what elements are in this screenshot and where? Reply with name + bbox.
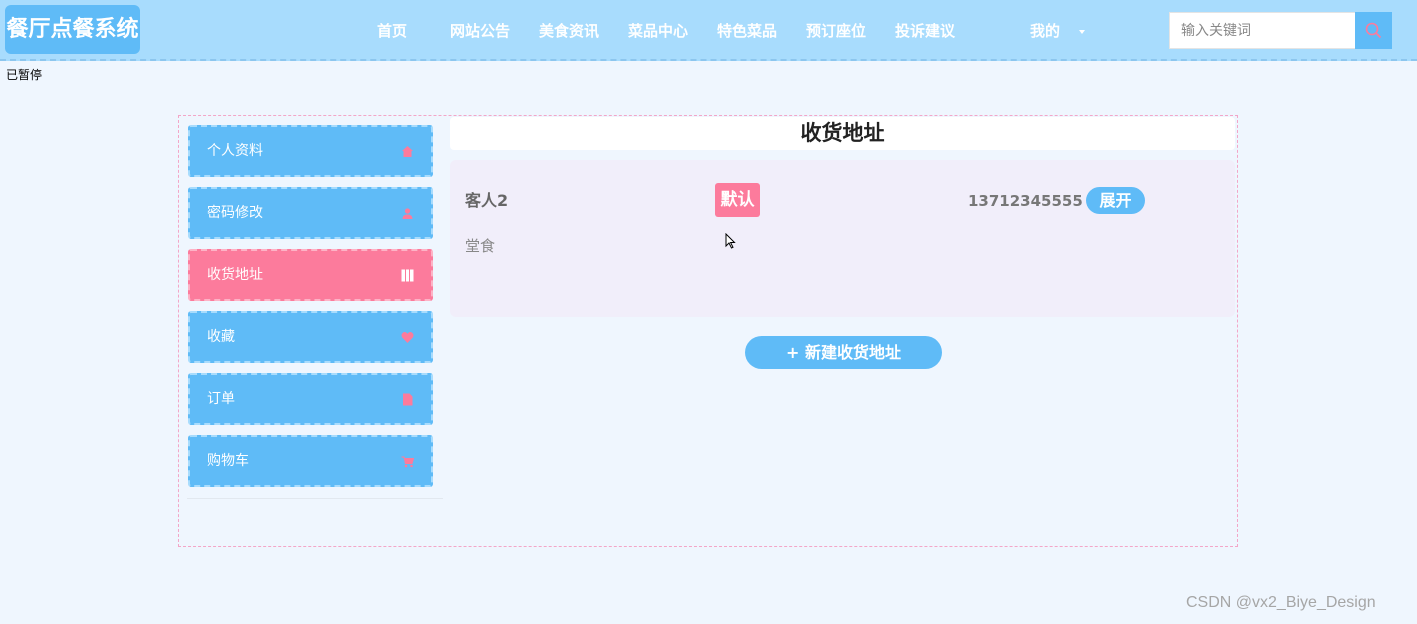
sidebar-item-favorites[interactable]: 收藏 [188,311,433,363]
user-icon [402,208,413,219]
sidebar-item-profile[interactable]: 个人资料 [188,125,433,177]
address-card [450,160,1235,317]
address-phone: 13712345555 [968,192,1083,210]
watermark: CSDN @vx2_Biye_Design [1186,594,1376,611]
columns-icon [401,269,414,282]
sidebar-item-label: 购物车 [207,453,249,469]
sidebar-item-label: 收藏 [207,329,235,345]
nav-complaints[interactable]: 投诉建议 [895,20,955,42]
sidebar-item-label: 个人资料 [207,143,263,159]
paused-label: 已暂停 [6,68,43,82]
nav-reserve-seat[interactable]: 预订座位 [806,20,866,42]
sidebar-item-cart[interactable]: 购物车 [188,435,433,487]
caret-down-icon[interactable] [1079,30,1085,34]
sidebar-item-orders[interactable]: 订单 [188,373,433,425]
sidebar-item-password[interactable]: 密码修改 [188,187,433,239]
sidebar-item-label: 订单 [207,391,235,407]
site-logo[interactable]: 餐厅点餐系统 [5,5,140,54]
new-address-button[interactable]: + 新建收货地址 [745,336,942,369]
nav-my-account[interactable]: 我的 [1030,20,1060,42]
sidebar-item-address[interactable]: 收货地址 [188,249,433,301]
search-input[interactable] [1169,12,1356,49]
top-navbar: 餐厅点餐系统 首页 网站公告 美食资讯 菜品中心 特色菜品 预订座位 投诉建议 … [0,0,1417,61]
nav-announcements[interactable]: 网站公告 [450,20,510,42]
nav-home[interactable]: 首页 [377,20,407,42]
heart-icon [401,332,414,343]
nav-dish-center[interactable]: 菜品中心 [628,20,688,42]
address-detail: 堂食 [465,237,496,255]
cart-icon [401,456,414,468]
document-icon [403,393,413,406]
search-icon [1365,22,1382,39]
sidebar-item-label: 收货地址 [207,267,263,283]
address-recipient-name: 客人2 [465,191,509,210]
nav-food-news[interactable]: 美食资讯 [539,20,599,42]
page-title: 收货地址 [450,117,1235,150]
home-icon [402,146,413,157]
sidebar-item-label: 密码修改 [207,205,263,221]
search-button[interactable] [1355,12,1392,49]
expand-button[interactable]: 展开 [1086,187,1145,214]
nav-special-dishes[interactable]: 特色菜品 [717,20,777,42]
mouse-cursor-icon [725,233,736,249]
default-badge: 默认 [715,183,760,217]
